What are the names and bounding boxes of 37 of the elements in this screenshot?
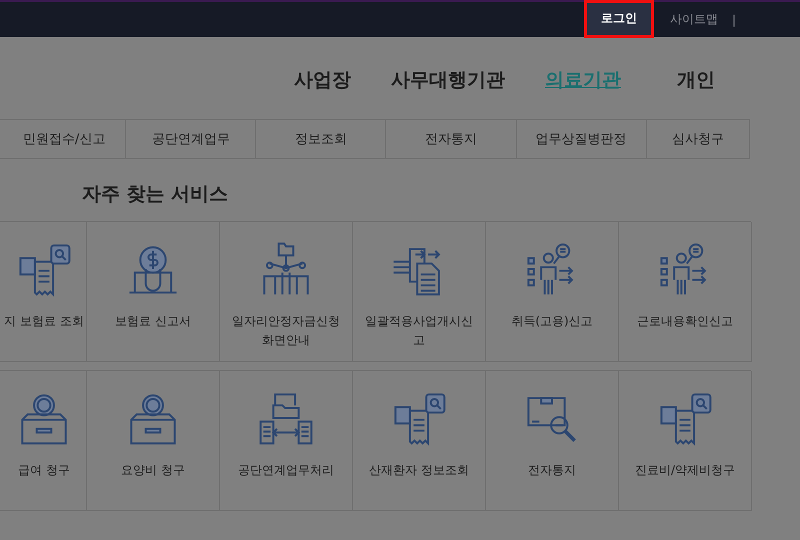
menu-item[interactable]: 정보조회 [256,120,386,158]
service-tile[interactable]: 진료비/약제비청구 [619,371,752,511]
service-tile[interactable]: 지 보험료 조회 [0,222,87,362]
service-label: 지 보험료 조회 [4,313,84,330]
service-label: 취득(고용)신고 [511,313,593,330]
service-tile[interactable]: 산재환자 정보조회 [353,371,486,511]
service-tile[interactable]: 급여 청구 [0,371,87,511]
menu-item[interactable]: 전자통지 [386,120,517,158]
service-label: 전자통지 [528,462,576,479]
service-label: 일자리안정자금신청화면안내 [231,313,341,349]
service-tile[interactable]: 일괄적용사업개시신고 [353,222,486,362]
login-button[interactable]: 로그인 [584,0,654,38]
service-tile[interactable]: 공단연계업무처리 [220,371,353,511]
service-label: 공단연계업무처리 [238,462,334,479]
service-label: 보험료 신고서 [115,313,191,330]
user-type-tab[interactable]: 개인 [677,67,715,119]
service-tile[interactable]: 전자통지 [486,371,619,511]
service-tile[interactable]: 요양비 청구 [87,371,220,511]
service-label: 진료비/약제비청구 [634,462,736,479]
sitemap-link[interactable]: 사이트맵 [670,11,718,28]
menu-item[interactable]: 업무상질병판정 [516,120,647,158]
service-tile[interactable]: 보험료 신고서 [87,222,220,362]
service-label: 일괄적용사업개시신고 [364,313,474,349]
service-tile[interactable]: 일자리안정자금신청화면안내 [220,222,353,362]
service-label: 근로내용확인신고 [637,313,733,330]
menu-item[interactable]: 민원접수/신고 [0,120,126,158]
service-tile[interactable]: 취득(고용)신고 [486,222,619,362]
service-label: 급여 청구 [18,462,70,479]
service-label: 산재환자 정보조회 [369,462,469,479]
user-type-tab[interactable]: 사무대행기관 [391,67,505,119]
menu-item[interactable]: 심사청구 [646,120,750,158]
menu-item[interactable]: 공단연계업무 [126,120,256,158]
user-type-tab[interactable]: 사업장 [294,67,351,119]
separator-text: | [732,12,736,26]
service-label: 요양비 청구 [121,462,185,479]
service-tile[interactable]: 근로내용확인신고 [619,222,752,362]
section-title: 자주 찾는 서비스 [82,182,230,207]
